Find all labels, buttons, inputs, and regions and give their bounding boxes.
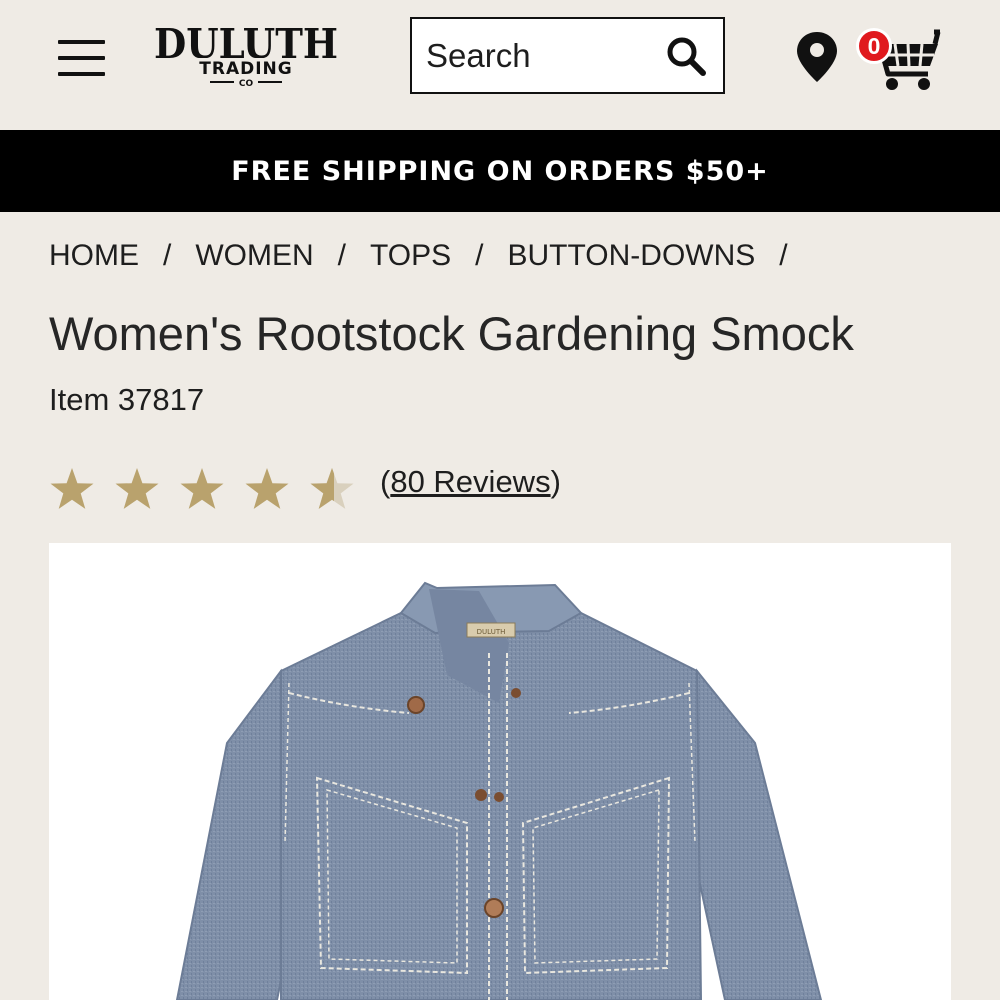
item-number: Item 37817 [49,382,205,417]
product-title: Women's Rootstock Gardening Smock [49,307,854,360]
product-image[interactable]: DULUTH [49,543,951,1000]
location-pin-icon[interactable] [794,30,840,84]
breadcrumb-separator: / [163,239,172,272]
svg-text:CO: CO [239,79,254,89]
star-icon [115,468,159,509]
search-input[interactable] [412,25,652,86]
breadcrumb-separator: / [475,239,484,272]
svg-text:TRADING: TRADING [199,59,292,79]
search-box[interactable] [410,17,725,94]
breadcrumb-tops[interactable]: TOPS [370,239,451,273]
cart-button[interactable]: 0 [850,24,946,94]
svg-text:DULUTH: DULUTH [477,628,506,636]
star-rating[interactable] [49,460,374,518]
breadcrumb-separator: / [337,239,347,272]
promo-banner[interactable]: FREE SHIPPING ON ORDERS $50+ [0,130,1000,212]
breadcrumb-women[interactable]: WOMEN [195,239,313,273]
star-icon [180,468,224,509]
breadcrumb-home[interactable]: HOME [49,239,139,273]
star-icon [50,468,94,509]
reviews-link[interactable]: (80 Reviews) [380,464,561,500]
star-icon [245,468,289,509]
breadcrumb-separator: / [779,239,788,272]
duluth-logo[interactable]: DULUTH TRADING CO [152,22,340,90]
site-header: DULUTH TRADING CO 0 [0,0,1000,130]
cart-count-badge: 0 [856,28,892,64]
smock-illustration: DULUTH [175,581,823,1000]
star-half-icon [310,468,354,509]
breadcrumb: HOME / WOMEN / TOPS / BUTTON-DOWNS / [49,236,812,276]
search-icon[interactable] [665,35,707,77]
menu-icon[interactable] [58,40,106,76]
breadcrumb-button-downs[interactable]: BUTTON-DOWNS [508,239,756,273]
